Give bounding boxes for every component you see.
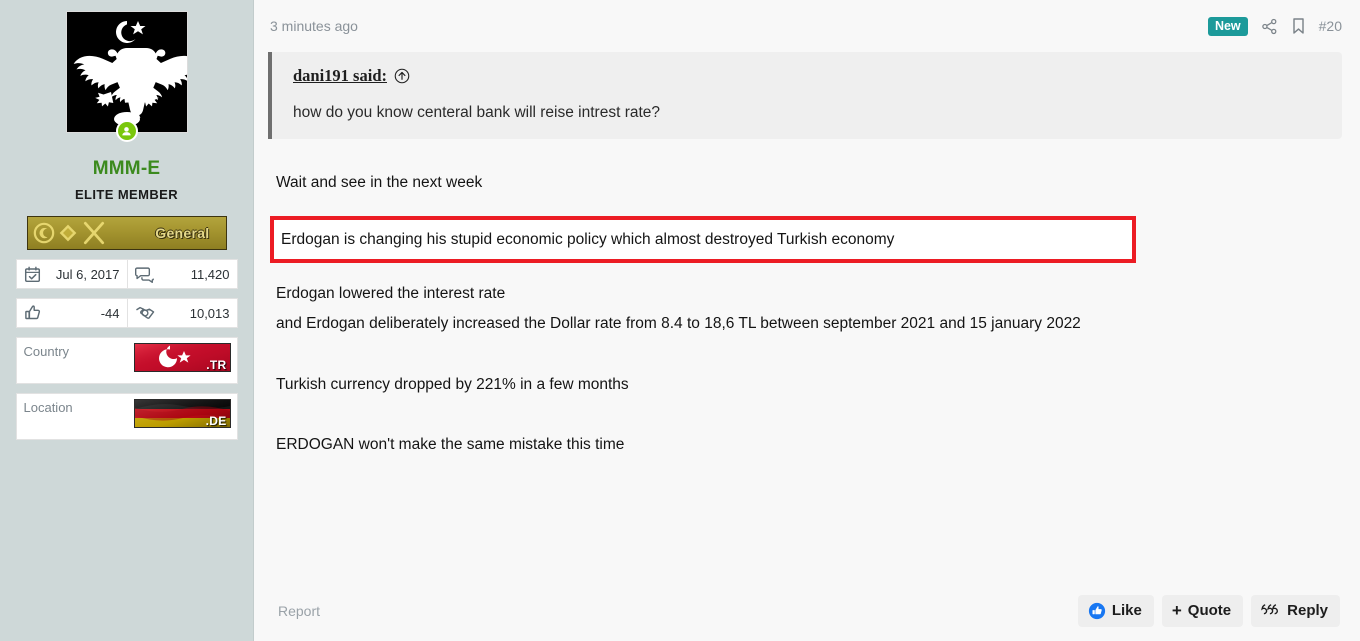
- stat-row-reactions-points: -44 10,013: [15, 298, 238, 328]
- author-username[interactable]: MMM-E: [93, 158, 160, 180]
- author-user-title: ELITE MEMBER: [74, 187, 179, 202]
- plus-icon: +: [1171, 601, 1182, 620]
- thumbs-up-circle-icon: [1088, 602, 1106, 620]
- rank-label: General: [155, 225, 210, 241]
- reaction-score-value: -44: [100, 305, 120, 321]
- calendar-check-icon: [24, 266, 41, 283]
- post-content-column: 3 minutes ago New #20 dani191 said: how …: [254, 0, 1360, 641]
- user-silhouette-icon: [122, 126, 131, 135]
- bookmark-icon[interactable]: [1291, 17, 1306, 35]
- quote-button[interactable]: + Quote: [1161, 595, 1244, 627]
- stat-row-joined-messages: Jul 6, 2017 11,420: [15, 259, 238, 289]
- post-paragraph-4: ERDOGAN won't make the same mistake this…: [276, 436, 625, 453]
- quote-marks-icon: [1261, 603, 1281, 619]
- avatar-wrapper[interactable]: [65, 11, 188, 142]
- like-button[interactable]: Like: [1077, 595, 1154, 627]
- points-count-value: 10,013: [189, 305, 230, 321]
- post-paragraph-1: Wait and see in the next week: [276, 174, 483, 191]
- crossed-swords-icon: [83, 221, 104, 245]
- post-paragraph-2: Erdogan lowered the interest rate and Er…: [268, 279, 1342, 339]
- country-flag-wrapper: .TR: [133, 343, 231, 372]
- thumbs-up-icon: [24, 304, 42, 322]
- action-button-group: Like + Quote Reply: [1077, 595, 1340, 627]
- highlighted-statement: Erdogan is changing his stupid economic …: [270, 216, 1136, 263]
- flag-germany-icon: .DE: [133, 399, 231, 428]
- forum-post: MMM-E ELITE MEMBER General Jul 6, 2017 1…: [0, 0, 1360, 641]
- double-headed-eagle-emblem-icon: [66, 12, 187, 132]
- post-footer-actions: Report Like + Quote Reply: [268, 595, 1342, 641]
- country-label: Country: [23, 344, 70, 359]
- post-header-actions: New #20: [1207, 16, 1342, 36]
- country-row: Country .TR: [15, 337, 238, 384]
- flag-turkey-icon: .TR: [133, 343, 231, 372]
- messages-count-value: 11,420: [190, 266, 230, 282]
- post-timestamp[interactable]: 3 minutes ago: [270, 18, 358, 34]
- country-tld: .TR: [206, 358, 227, 372]
- joined-date-value: Jul 6, 2017: [55, 266, 120, 282]
- reply-button-label: Reply: [1287, 602, 1328, 619]
- reaction-score: -44: [17, 299, 127, 327]
- post-paragraph-3: Turkish currency dropped by 221% in a fe…: [276, 376, 629, 393]
- arrow-up-circle-icon[interactable]: [394, 68, 410, 84]
- rank-insignia-group: [28, 220, 107, 246]
- location-flag-wrapper: .DE: [133, 399, 231, 428]
- post-number[interactable]: #20: [1319, 18, 1342, 34]
- post-paragraph-2-line-2: and Erdogan deliberately increased the D…: [276, 315, 1081, 332]
- online-user-icon: [115, 120, 138, 142]
- handshake-icon: [135, 304, 155, 322]
- comments-icon: [134, 265, 154, 283]
- avatar[interactable]: [65, 11, 188, 133]
- status-badge-new: New: [1207, 16, 1248, 36]
- quote-text: how do you know centeral bank will reise…: [293, 104, 661, 121]
- joined-date: Jul 6, 2017: [17, 260, 127, 288]
- share-icon[interactable]: [1261, 18, 1278, 35]
- crescent-star-medal-icon: [33, 222, 54, 244]
- diamond-insignia-icon: [59, 224, 76, 242]
- highlighted-statement-text: Erdogan is changing his stupid economic …: [281, 231, 895, 248]
- location-tld: .DE: [205, 414, 227, 428]
- quote-attribution: dani191 said:: [293, 66, 1326, 86]
- report-link[interactable]: Report: [278, 603, 320, 619]
- quote-button-label: Quote: [1187, 602, 1232, 619]
- like-button-label: Like: [1111, 602, 1142, 619]
- messages-count: 11,420: [126, 260, 237, 288]
- location-label: Location: [23, 400, 73, 415]
- points-count: 10,013: [126, 299, 237, 327]
- quote-author-link[interactable]: dani191 said:: [293, 66, 387, 86]
- rank-badge: General: [26, 216, 227, 250]
- reply-button[interactable]: Reply: [1251, 595, 1340, 627]
- post-header: 3 minutes ago New #20: [268, 12, 1342, 40]
- quote-block: dani191 said: how do you know centeral b…: [268, 52, 1342, 139]
- post-author-sidebar: MMM-E ELITE MEMBER General Jul 6, 2017 1…: [0, 0, 254, 641]
- location-row: Location .DE: [15, 393, 238, 440]
- post-paragraph-2-line-1: Erdogan lowered the interest rate: [276, 285, 506, 302]
